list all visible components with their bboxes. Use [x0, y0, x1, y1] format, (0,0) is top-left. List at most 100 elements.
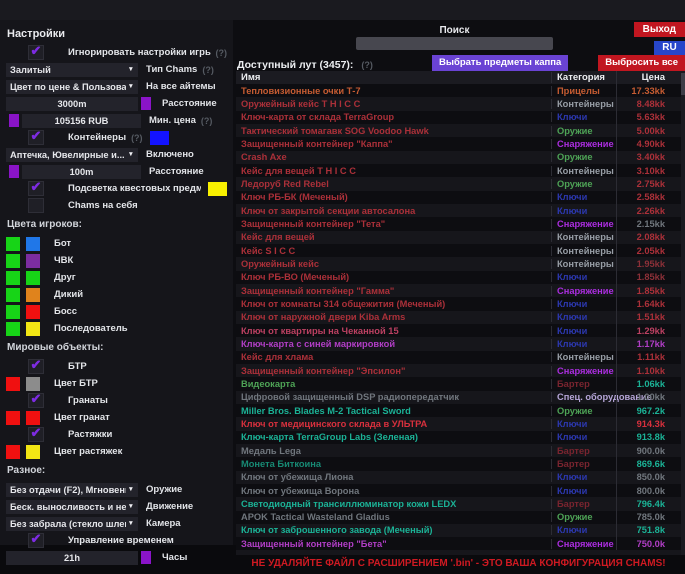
table-row[interactable]: ВидеокартаБартер1.06kk: [236, 377, 681, 390]
table-row[interactable]: Ключ от медицинского склада в УЛЬТРАКлюч…: [236, 417, 681, 430]
color-swatch[interactable]: [6, 377, 20, 391]
drop-all-button[interactable]: Выбросить все: [598, 55, 685, 71]
table-row[interactable]: Оружейный кейсКонтейнеры1.95kk: [236, 257, 681, 270]
value-input[interactable]: 105156 RUB: [22, 114, 141, 128]
column-header-price[interactable]: Цена: [616, 71, 681, 84]
dropdown[interactable]: Аптечка, Ювелирные и...▼: [6, 148, 138, 162]
table-row[interactable]: Ключ-карта с синей маркировкойКлючи1.17k…: [236, 337, 681, 350]
table-row[interactable]: Тепловизионные очки Т-7Прицелы17.33kk: [236, 84, 681, 97]
value-input[interactable]: 100m: [22, 165, 141, 179]
table-row[interactable]: Монета БиткоинаБартер869.6k: [236, 457, 681, 470]
table-row[interactable]: Кейс для хламаКонтейнеры1.11kk: [236, 351, 681, 364]
value-input[interactable]: 3000m: [6, 97, 138, 111]
settings-row: Последователь: [0, 320, 233, 337]
color-swatch[interactable]: [6, 271, 20, 285]
table-row[interactable]: Защищенный контейнер "Каппа"Снаряжение4.…: [236, 137, 681, 150]
color-swatch[interactable]: [26, 411, 40, 425]
color-swatch[interactable]: [141, 551, 151, 564]
table-row[interactable]: Кейс для вещейКонтейнеры2.08kk: [236, 231, 681, 244]
item-name: Светодиодный трансиллюминатор кожи LEDX: [236, 499, 551, 509]
item-price: 2.15kk: [616, 217, 681, 230]
color-label: Бот: [54, 238, 71, 249]
table-row[interactable]: Ключ от заброшенного завода (Меченый)Клю…: [236, 524, 681, 537]
table-row[interactable]: Ключ-карта TerraGroup Labs (Зеленая)Ключ…: [236, 431, 681, 444]
table-row[interactable]: Ключ от убежища ЛионаКлючи850.0k: [236, 471, 681, 484]
table-row[interactable]: Защищенный контейнер "Тета"Снаряжение2.1…: [236, 217, 681, 230]
color-swatch[interactable]: [26, 322, 40, 336]
item-category: Контейнеры: [551, 232, 616, 242]
color-swatch[interactable]: [26, 445, 40, 459]
color-swatch[interactable]: [6, 411, 20, 425]
settings-row: Босс: [0, 303, 233, 320]
color-swatch[interactable]: [6, 305, 20, 319]
color-swatch[interactable]: [6, 445, 20, 459]
color-swatch[interactable]: [9, 165, 19, 178]
table-row[interactable]: Ключ-карта от склада TerraGroupКлючи5.63…: [236, 111, 681, 124]
table-row[interactable]: APOK Tactical Wasteland GladiusОружие785…: [236, 511, 681, 524]
checkbox[interactable]: ✔: [28, 359, 44, 374]
checkbox[interactable]: ✔: [28, 181, 44, 196]
table-row[interactable]: Светодиодный трансиллюминатор кожи LEDXБ…: [236, 497, 681, 510]
column-header-category[interactable]: Категория: [551, 72, 616, 83]
color-swatch[interactable]: [26, 377, 40, 391]
color-swatch[interactable]: [150, 131, 169, 145]
scrollbar[interactable]: [681, 71, 685, 555]
table-row[interactable]: Ключ РБ-БК (Меченый)Ключи2.58kk: [236, 191, 681, 204]
color-swatch[interactable]: [141, 97, 151, 110]
dropdown[interactable]: Без забрала (стекло шлема)▼: [6, 517, 138, 531]
table-row[interactable]: Ключ от убежища ВоронаКлючи800.0k: [236, 484, 681, 497]
table-row[interactable]: Защищенный контейнер "Бета"Снаряжение750…: [236, 537, 681, 550]
help-hint: (?): [361, 60, 373, 70]
color-swatch[interactable]: [6, 254, 20, 268]
checkbox[interactable]: [28, 198, 44, 213]
checkbox[interactable]: ✔: [28, 393, 44, 408]
table-row[interactable]: Тактический томагавк SOG Voodoo HawkОруж…: [236, 124, 681, 137]
color-swatch[interactable]: [9, 114, 19, 127]
table-row[interactable]: Цифровой защищенный DSP радиопередатчикС…: [236, 391, 681, 404]
item-name: Оружейный кейс T H I C C: [236, 99, 551, 109]
table-row[interactable]: Ключ РБ-ВО (Меченый)Ключи1.85kk: [236, 271, 681, 284]
table-header-row: Имя Категория Цена: [236, 71, 681, 84]
dropdown[interactable]: Беск. выносливость и нет уста:▼: [6, 500, 138, 514]
color-swatch[interactable]: [26, 305, 40, 319]
table-row[interactable]: Ключ от наружной двери Kiba ArmsКлючи1.5…: [236, 311, 681, 324]
table-row[interactable]: Защищенный контейнер "Эпсилон"Снаряжение…: [236, 364, 681, 377]
color-swatch[interactable]: [6, 288, 20, 302]
search-input[interactable]: [356, 37, 553, 50]
column-header-name[interactable]: Имя: [236, 72, 551, 83]
checkbox[interactable]: ✔: [28, 45, 44, 60]
select-kappa-button[interactable]: Выбрать предметы каппа: [432, 55, 568, 71]
color-swatch[interactable]: [26, 271, 40, 285]
color-swatch[interactable]: [26, 254, 40, 268]
settings-row: Цвет БТР: [0, 375, 233, 392]
dropdown[interactable]: Залитый▼: [6, 63, 138, 77]
color-label: Цвет гранат: [54, 412, 110, 423]
color-swatch[interactable]: [6, 322, 20, 336]
table-row[interactable]: Crash AxeОружие3.40kk: [236, 151, 681, 164]
language-button[interactable]: RU: [654, 41, 685, 55]
table-row[interactable]: Защищенный контейнер "Гамма"Снаряжение1.…: [236, 284, 681, 297]
table-row[interactable]: Кейс для вещей T H I C CКонтейнеры3.10kk: [236, 164, 681, 177]
value-input[interactable]: 21h: [6, 551, 138, 565]
color-swatch[interactable]: [208, 182, 227, 196]
checkbox[interactable]: ✔: [28, 533, 44, 548]
color-swatch[interactable]: [26, 237, 40, 251]
dropdown[interactable]: Без отдачи (F2), Мгновенное п▼: [6, 483, 138, 497]
table-row[interactable]: Медаль LegaБартер900.0k: [236, 444, 681, 457]
checkbox[interactable]: ✔: [28, 427, 44, 442]
color-swatch[interactable]: [6, 237, 20, 251]
table-row[interactable]: Miller Bros. Blades M-2 Tactical SwordОр…: [236, 404, 681, 417]
color-swatch[interactable]: [26, 288, 40, 302]
checkbox[interactable]: ✔: [28, 130, 44, 145]
table-row[interactable]: Ледоруб Red RebelОружие2.75kk: [236, 177, 681, 190]
scrollbar-thumb[interactable]: [681, 73, 685, 95]
item-category: Бартер: [551, 459, 616, 469]
table-row[interactable]: Ключ от закрытой секции автосалонаКлючи2…: [236, 204, 681, 217]
table-row[interactable]: Ключ от квартиры на Чеканной 15Ключи1.29…: [236, 324, 681, 337]
exit-button[interactable]: Выход: [634, 22, 685, 37]
table-row[interactable]: Ключ от комнаты 314 общежития (Меченый)К…: [236, 297, 681, 310]
item-category: Снаряжение: [551, 219, 616, 229]
table-row[interactable]: Оружейный кейс T H I C CКонтейнеры8.48kk: [236, 97, 681, 110]
dropdown[interactable]: Цвет по цене & Пользователь▼: [6, 80, 138, 94]
table-row[interactable]: Кейс S I C CКонтейнеры2.05kk: [236, 244, 681, 257]
